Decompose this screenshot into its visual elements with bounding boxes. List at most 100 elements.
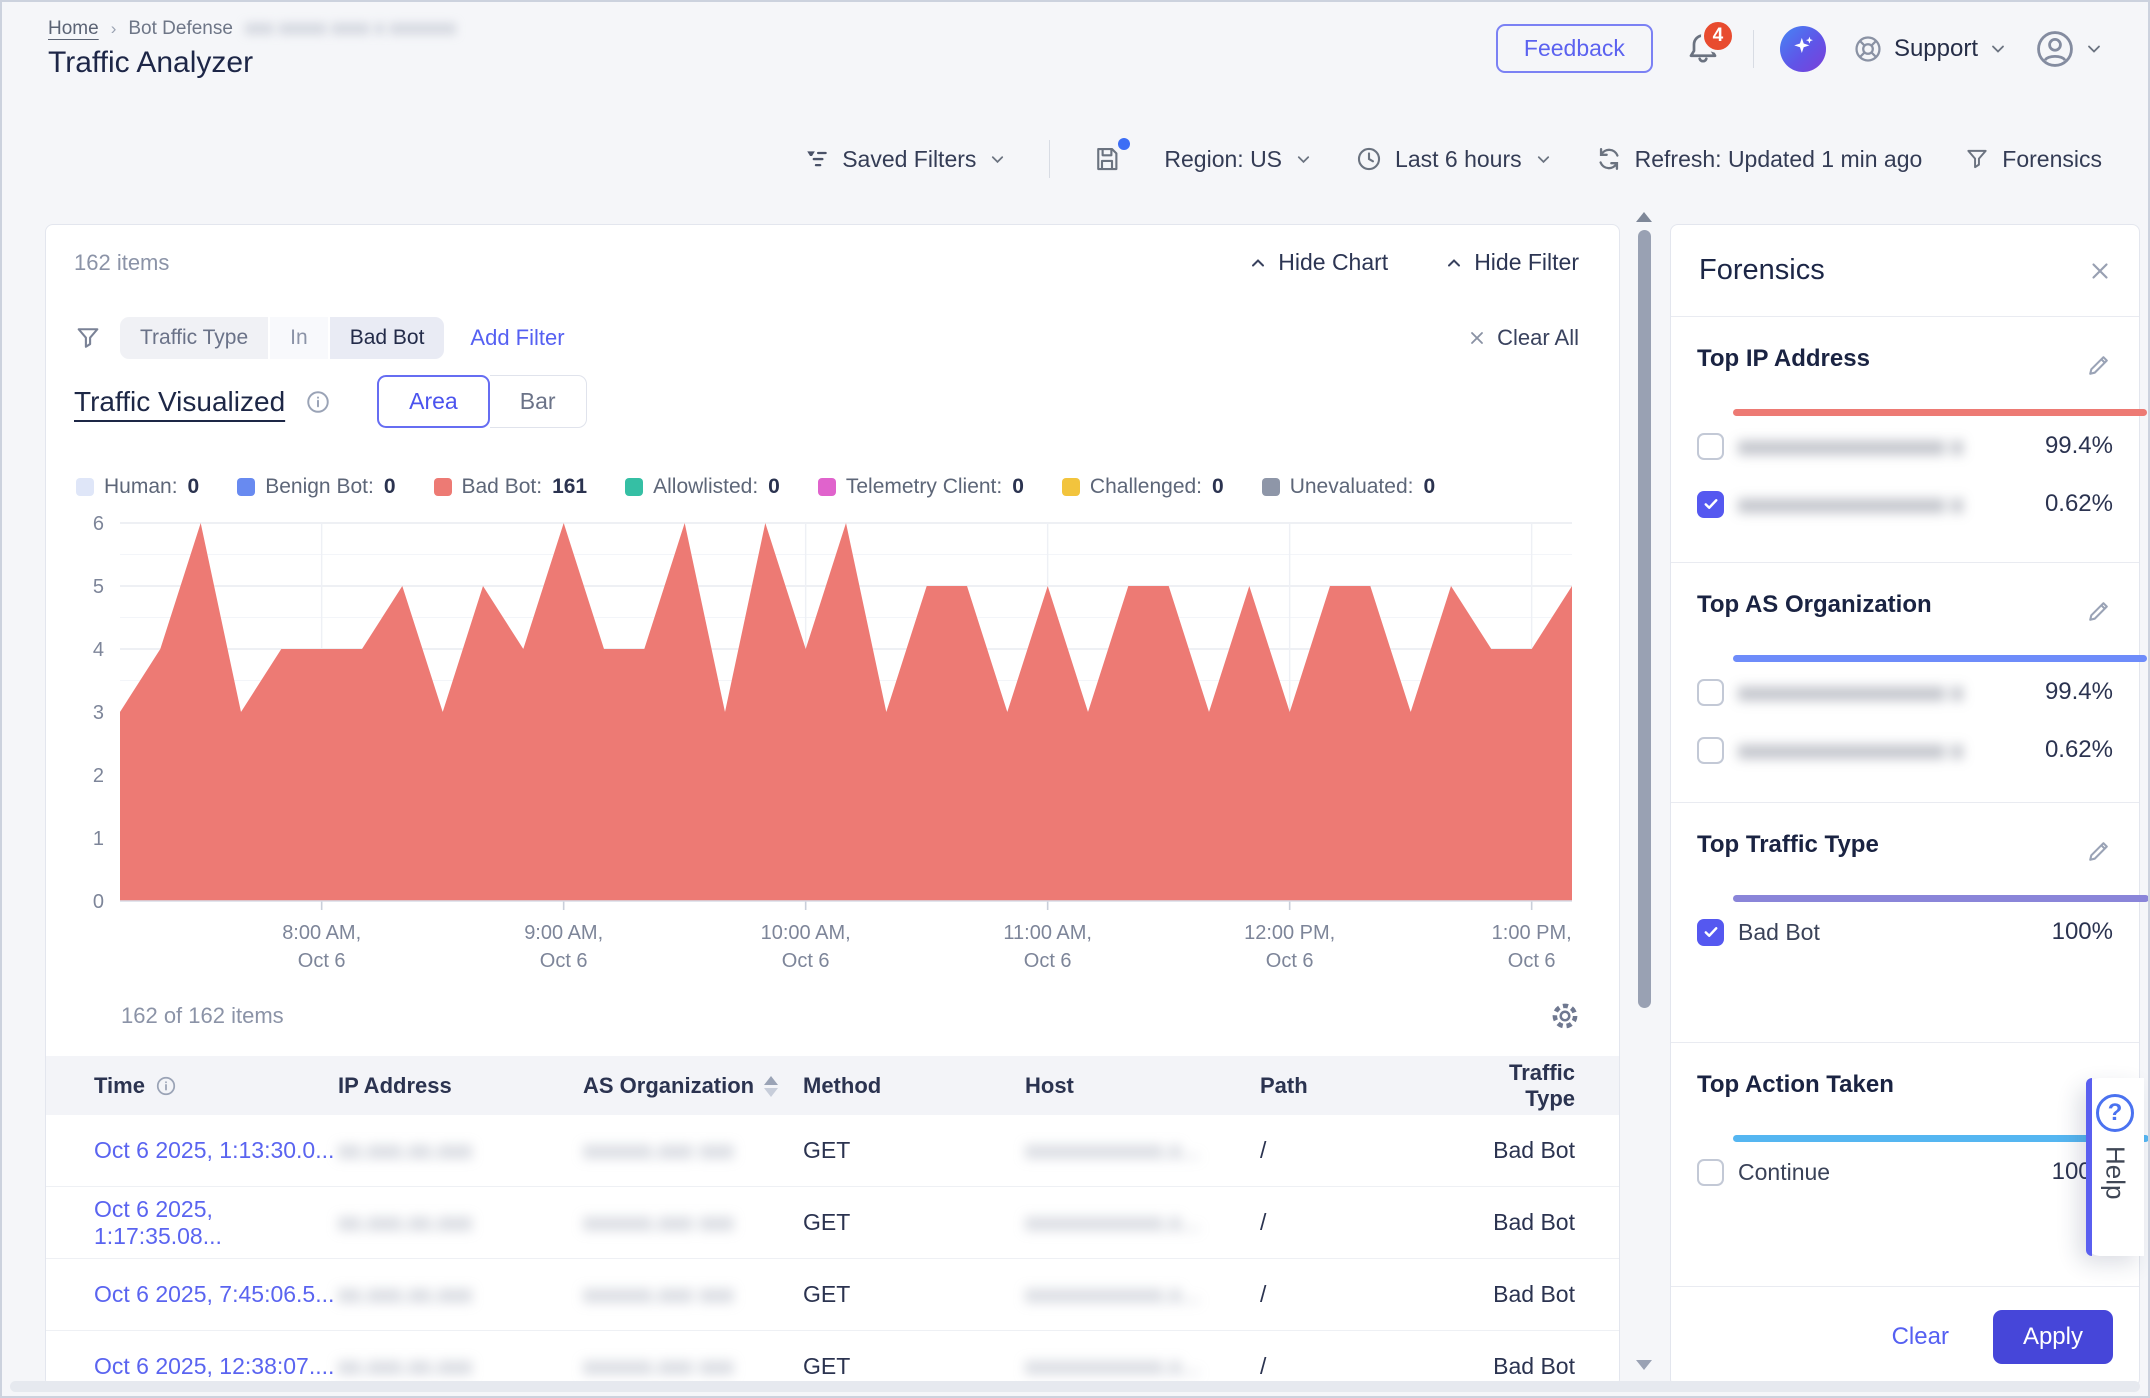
chevron-down-icon <box>1988 39 2008 59</box>
clear-button[interactable]: Clear <box>1892 1323 1949 1351</box>
svg-text:5: 5 <box>93 576 104 598</box>
hide-chart-button[interactable]: Hide Chart <box>1248 249 1388 276</box>
svg-text:9:00 AM,: 9:00 AM, <box>524 922 603 944</box>
item-label: Bad Bot <box>1738 919 1820 946</box>
svg-text:3: 3 <box>93 702 104 724</box>
legend-value: 0 <box>384 475 396 499</box>
question-circle-icon: ? <box>2096 1094 2134 1132</box>
legend-item-telemetry-client[interactable]: Telemetry Client:0 <box>818 475 1024 499</box>
checkbox[interactable] <box>1697 433 1724 460</box>
legend-item-human[interactable]: Human:0 <box>76 475 199 499</box>
toolbar: Saved Filters Region: US Last 6 hours <box>804 140 2102 178</box>
refresh-label: Refresh: Updated 1 min ago <box>1635 146 1923 173</box>
legend-value: 0 <box>768 475 780 499</box>
forensics-section-top-action: Top Action Taken Continue 100% <box>1671 1043 2139 1287</box>
filter-value-chip[interactable]: Bad Bot <box>330 317 445 359</box>
user-menu[interactable] <box>2034 28 2104 70</box>
time-link[interactable]: Oct 6 2025, 12:38:07.... <box>94 1353 334 1380</box>
item-value: 100% <box>2052 918 2113 946</box>
traffic-panel: 162 items Hide Chart Hide Filter <box>45 224 1620 1387</box>
save-filter-button[interactable] <box>1092 144 1122 174</box>
legend-label: Challenged: <box>1090 475 1202 499</box>
region-selector[interactable]: Region: US <box>1164 146 1313 173</box>
svg-text:Oct 6: Oct 6 <box>540 950 588 972</box>
help-button[interactable]: ? Help <box>2086 1078 2144 1256</box>
notifications-button[interactable]: 4 <box>1679 25 1727 73</box>
time-link[interactable]: Oct 6 2025, 1:13:30.0... <box>94 1137 334 1164</box>
svg-text:Oct 6: Oct 6 <box>782 950 830 972</box>
vertical-scrollbar <box>1636 212 1652 1387</box>
forensics-toggle[interactable]: Forensics <box>1964 146 2102 173</box>
legend-label: Benign Bot: <box>265 475 374 499</box>
chevron-up-icon <box>1248 253 1268 273</box>
breadcrumb: Home › Bot Defense xxx xxxxx xxxx x xxxx… <box>48 18 456 40</box>
checkbox[interactable] <box>1697 737 1724 764</box>
refresh-button[interactable]: Refresh: Updated 1 min ago <box>1595 145 1923 173</box>
horizontal-scrollbar[interactable] <box>10 1381 2140 1392</box>
method-cell: GET <box>803 1137 1025 1164</box>
hide-filter-button[interactable]: Hide Filter <box>1444 249 1579 276</box>
legend-value: 0 <box>1423 475 1435 499</box>
gear-icon[interactable] <box>1549 1000 1581 1032</box>
unsaved-dot <box>1118 138 1130 150</box>
svg-text:10:00 AM,: 10:00 AM, <box>761 922 851 944</box>
ip-cell: xx.xxx.xx.xxx <box>338 1209 583 1236</box>
legend-label: Allowlisted: <box>653 475 758 499</box>
checkbox[interactable] <box>1697 679 1724 706</box>
column-header-ip: IP Address <box>338 1073 583 1099</box>
ai-assistant-button[interactable] <box>1780 26 1826 72</box>
column-header-time[interactable]: Time <box>66 1073 338 1099</box>
bar-toggle-button[interactable]: Bar <box>490 375 587 428</box>
support-menu[interactable]: Support <box>1852 33 2008 65</box>
scrollbar-thumb[interactable] <box>1638 230 1651 1008</box>
scroll-up-arrow[interactable] <box>1636 212 1652 222</box>
time-range-selector[interactable]: Last 6 hours <box>1355 145 1553 173</box>
ip-cell: xx.xxx.xx.xxx <box>338 1353 583 1380</box>
filter-field-chip[interactable]: Traffic Type <box>120 317 268 359</box>
area-toggle-button[interactable]: Area <box>377 375 490 428</box>
edit-icon[interactable] <box>2085 597 2113 625</box>
checkbox-checked[interactable] <box>1697 919 1724 946</box>
breadcrumb-separator: › <box>111 19 117 39</box>
help-accent-stripe <box>2086 1078 2092 1256</box>
saved-filters-menu[interactable]: Saved Filters <box>804 146 1007 173</box>
close-icon <box>1467 328 1487 348</box>
distribution-bar <box>1733 895 2149 902</box>
edit-icon[interactable] <box>2085 351 2113 379</box>
forensics-section-top-ip: Top IP Address xxxxxxxxxxxxxxxxxx x 99.4… <box>1671 317 2139 563</box>
method-cell: GET <box>803 1281 1025 1308</box>
close-icon[interactable] <box>2087 258 2113 284</box>
forensics-item: Continue 100% <box>1697 1144 2113 1200</box>
apply-button[interactable]: Apply <box>1993 1310 2113 1364</box>
legend-item-challenged[interactable]: Challenged: 0 <box>1062 475 1224 499</box>
hide-chart-label: Hide Chart <box>1278 249 1388 276</box>
breadcrumb-home-link[interactable]: Home <box>48 18 99 40</box>
svg-text:Oct 6: Oct 6 <box>298 950 346 972</box>
legend-item-allowlisted[interactable]: Allowlisted: 0 <box>625 475 780 499</box>
checkbox[interactable] <box>1697 1159 1724 1186</box>
item-value: 0.62% <box>2045 490 2113 518</box>
info-icon[interactable] <box>305 389 331 415</box>
feedback-button[interactable]: Feedback <box>1496 24 1653 73</box>
clear-all-button[interactable]: Clear All <box>1467 325 1579 351</box>
add-filter-button[interactable]: Add Filter <box>470 325 564 351</box>
legend-item-bad-bot[interactable]: Bad Bot:161 <box>434 475 588 499</box>
legend-swatch <box>434 478 452 496</box>
legend-item-unevaluated[interactable]: Unevaluated:0 <box>1262 475 1435 499</box>
time-link[interactable]: Oct 6 2025, 1:17:35.08... <box>94 1196 338 1250</box>
legend-swatch <box>1262 478 1280 496</box>
svg-text:1:00 PM,: 1:00 PM, <box>1492 922 1572 944</box>
column-header-as-org[interactable]: AS Organization <box>583 1073 803 1099</box>
legend-item-benign-bot[interactable]: Benign Bot: 0 <box>237 475 395 499</box>
distribution-bar <box>1733 409 2147 416</box>
legend-value: 0 <box>1212 475 1224 499</box>
scroll-down-arrow[interactable] <box>1636 1360 1652 1370</box>
chart-legend: Human:0 Benign Bot: 0 Bad Bot:161 Allowli… <box>76 475 1435 499</box>
clear-all-label: Clear All <box>1497 325 1579 351</box>
time-link[interactable]: Oct 6 2025, 7:45:06.5... <box>94 1281 334 1308</box>
edit-icon[interactable] <box>2085 837 2113 865</box>
filter-operator-chip[interactable]: In <box>270 317 328 359</box>
breadcrumb-bot-defense[interactable]: Bot Defense <box>128 18 233 40</box>
traffic-area-chart: 01234568:00 AM,Oct 69:00 AM,Oct 610:00 A… <box>74 511 1581 977</box>
checkbox-checked[interactable] <box>1697 491 1724 518</box>
